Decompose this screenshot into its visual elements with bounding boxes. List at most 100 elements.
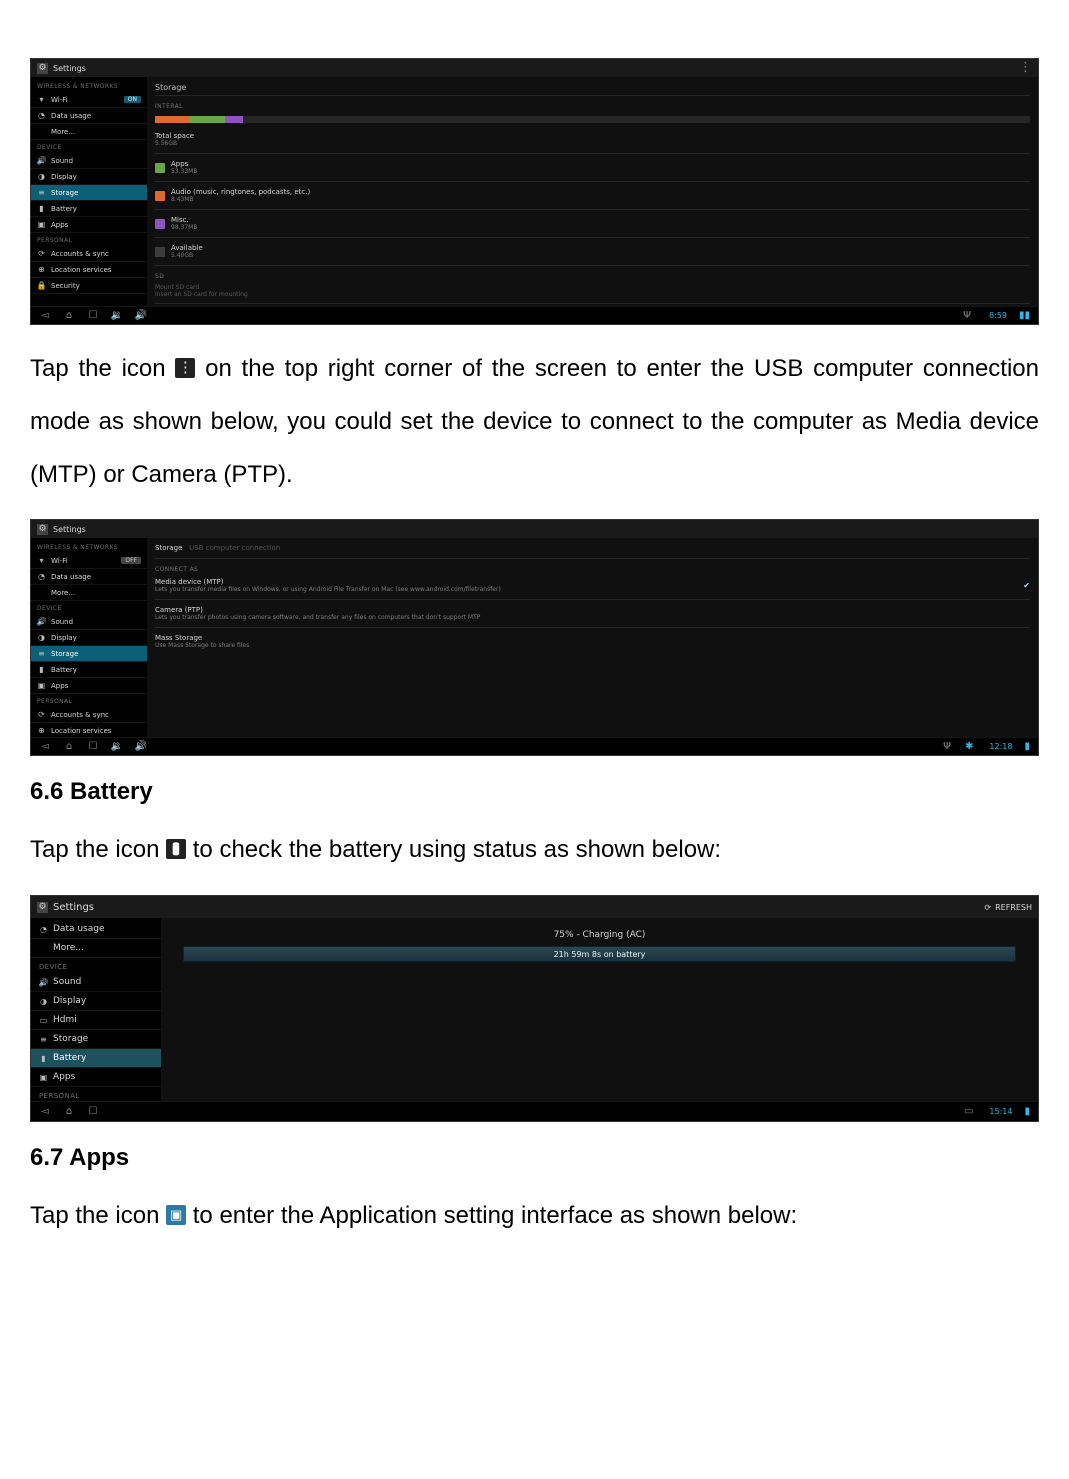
sidebar-item-more[interactable]: More... xyxy=(31,939,161,958)
sound-icon: 🔊 xyxy=(37,156,46,165)
available-space-row[interactable]: Available 5.40GB xyxy=(155,241,1030,262)
sidebar-item-apps[interactable]: ▣ Apps xyxy=(31,217,147,233)
wifi-toggle[interactable]: OFF xyxy=(121,557,141,564)
back-icon[interactable]: ◅ xyxy=(39,741,51,752)
sd-header: SD xyxy=(155,269,1030,282)
sidebar-item-label: Apps xyxy=(53,1072,75,1082)
data-usage-icon: ◔ xyxy=(37,572,46,581)
signal-icon: ▮▮ xyxy=(1019,310,1030,321)
sidebar-item-battery[interactable]: ▮ Battery xyxy=(31,1049,161,1068)
apps-icon: ▣ xyxy=(37,220,46,229)
back-icon[interactable]: ◅ xyxy=(39,1106,51,1117)
sidebar-item-data-usage[interactable]: ◔ Data usage xyxy=(31,920,161,939)
vol-up-icon[interactable]: 🔊 xyxy=(135,741,147,752)
sidebar-item-label: Wi-Fi xyxy=(51,96,68,104)
wifi-toggle[interactable]: ON xyxy=(124,96,141,103)
sidebar-item-more[interactable]: More... xyxy=(31,124,147,140)
sound-icon: 🔊 xyxy=(39,978,48,987)
data-usage-icon: ◔ xyxy=(39,925,48,934)
battery-status: 75% - Charging (AC) xyxy=(169,930,1030,940)
sidebar-item-wifi[interactable]: ▾ Wi-Fi ON xyxy=(31,92,147,108)
sidebar-item-accounts[interactable]: ⟳ Accounts & sync xyxy=(31,246,147,262)
sidebar-item-display[interactable]: ◑ Display xyxy=(31,992,161,1011)
sidebar-item-sound[interactable]: 🔊 Sound xyxy=(31,153,147,169)
home-icon[interactable]: ⌂ xyxy=(63,310,75,321)
sidebar-item-storage[interactable]: ≡ Storage xyxy=(31,1030,161,1049)
settings-icon: ⚙ xyxy=(37,524,48,535)
settings-icon: ⚙ xyxy=(37,63,48,74)
vol-up-icon[interactable]: 🔊 xyxy=(135,310,147,321)
refresh-icon: ⟳ xyxy=(984,903,991,912)
sidebar-item-label: Data usage xyxy=(51,112,91,120)
mtp-option[interactable]: Media device (MTP) Lets you transfer med… xyxy=(155,575,1030,596)
sidebar-item-storage[interactable]: ≡ Storage xyxy=(31,185,147,201)
sidebar-item-label: Accounts & sync xyxy=(51,711,109,719)
sidebar-item-accounts[interactable]: ⟳ Accounts & sync xyxy=(31,707,147,723)
total-space-row[interactable]: Total space 5.56GB xyxy=(155,129,1030,150)
mass-storage-option[interactable]: Mass Storage Use Mass Storage to share f… xyxy=(155,631,1030,652)
ptp-option[interactable]: Camera (PTP) Lets you transfer photos us… xyxy=(155,603,1030,624)
sidebar-item-label: Data usage xyxy=(53,924,105,934)
battery-icon: ▮ xyxy=(37,204,46,213)
checkmark-icon: ✔ xyxy=(1023,581,1030,590)
recents-icon[interactable]: ☐ xyxy=(87,741,99,752)
hdmi-icon: ▭ xyxy=(39,1016,48,1025)
sidebar-item-display[interactable]: ◑ Display xyxy=(31,169,147,185)
audio-color-icon xyxy=(155,191,165,201)
sidebar-item-apps[interactable]: ▣ Apps xyxy=(31,678,147,694)
data-usage-icon: ◔ xyxy=(37,111,46,120)
vol-down-icon[interactable]: 🔉 xyxy=(111,741,123,752)
recents-icon[interactable]: ☐ xyxy=(87,310,99,321)
category-wireless: WIRELESS & NETWORKS xyxy=(31,540,147,553)
back-icon[interactable]: ◅ xyxy=(39,310,51,321)
home-icon[interactable]: ⌂ xyxy=(63,741,75,752)
settings-sidebar: ◔ Data usage More... DEVICE 🔊 Sound ◑ Di… xyxy=(31,918,161,1121)
sync-icon: ⟳ xyxy=(37,710,46,719)
sidebar-item-storage[interactable]: ≡ Storage xyxy=(31,646,147,662)
heading-battery: 6.6 Battery xyxy=(30,778,1039,806)
sidebar-item-battery[interactable]: ▮ Battery xyxy=(31,201,147,217)
sidebar-item-label: More... xyxy=(53,943,84,953)
sidebar-item-label: Display xyxy=(51,173,77,181)
category-device: DEVICE xyxy=(31,140,147,153)
storage-icon: ≡ xyxy=(37,188,46,197)
sidebar-item-battery[interactable]: ▮ Battery xyxy=(31,662,147,678)
overflow-menu-icon[interactable]: ⋮ xyxy=(1019,65,1032,70)
paragraph-battery: Tap the icon to check the battery using … xyxy=(30,824,1039,877)
category-device: DEVICE xyxy=(31,958,161,973)
misc-color-icon xyxy=(155,219,165,229)
sidebar-item-hdmi[interactable]: ▭ Hdmi xyxy=(31,1011,161,1030)
vol-down-icon[interactable]: 🔉 xyxy=(111,310,123,321)
storage-icon: ≡ xyxy=(37,649,46,658)
refresh-button[interactable]: ⟳ REFRESH xyxy=(984,903,1032,912)
wifi-icon: ▾ xyxy=(37,95,46,104)
sidebar-item-apps[interactable]: ▣ Apps xyxy=(31,1068,161,1087)
home-icon[interactable]: ⌂ xyxy=(63,1106,75,1117)
battery-graph[interactable]: 21h 59m 8s on battery xyxy=(183,946,1016,962)
recents-icon[interactable]: ☐ xyxy=(87,1106,99,1117)
sidebar-item-label: Display xyxy=(53,996,86,1006)
sidebar-item-wifi[interactable]: ▾ Wi-Fi OFF xyxy=(31,553,147,569)
sidebar-item-display[interactable]: ◑ Display xyxy=(31,630,147,646)
breadcrumb: Storage USB computer connection xyxy=(155,544,1030,552)
sidebar-item-label: Sound xyxy=(51,618,73,626)
settings-body: WIRELESS & NETWORKS ▾ Wi-Fi ON ◔ Data us… xyxy=(31,77,1038,324)
sidebar-item-label: More... xyxy=(51,128,75,136)
sidebar-item-label: Storage xyxy=(53,1034,88,1044)
apps-space-row[interactable]: Apps 53.33MB xyxy=(155,157,1030,178)
sidebar-item-label: Battery xyxy=(51,205,77,213)
settings-body: WIRELESS & NETWORKS ▾ Wi-Fi OFF ◔ Data u… xyxy=(31,538,1038,755)
available-color-icon xyxy=(155,247,165,257)
sidebar-item-label: Data usage xyxy=(51,573,91,581)
sidebar-item-sound[interactable]: 🔊 Sound xyxy=(31,614,147,630)
sidebar-item-data-usage[interactable]: ◔ Data usage xyxy=(31,108,147,124)
misc-space-row[interactable]: Misc. 98.37MB xyxy=(155,213,1030,234)
sidebar-item-more[interactable]: More... xyxy=(31,585,147,601)
sidebar-item-data-usage[interactable]: ◔ Data usage xyxy=(31,569,147,585)
audio-space-row[interactable]: Audio (music, ringtones, podcasts, etc.)… xyxy=(155,185,1030,206)
sidebar-item-sound[interactable]: 🔊 Sound xyxy=(31,973,161,992)
overflow-menu-inline-icon xyxy=(175,358,195,378)
sidebar-item-security[interactable]: 🔒 Security xyxy=(31,278,147,294)
sidebar-item-location[interactable]: ⊕ Location services xyxy=(31,262,147,278)
settings-sidebar: WIRELESS & NETWORKS ▾ Wi-Fi ON ◔ Data us… xyxy=(31,77,147,324)
